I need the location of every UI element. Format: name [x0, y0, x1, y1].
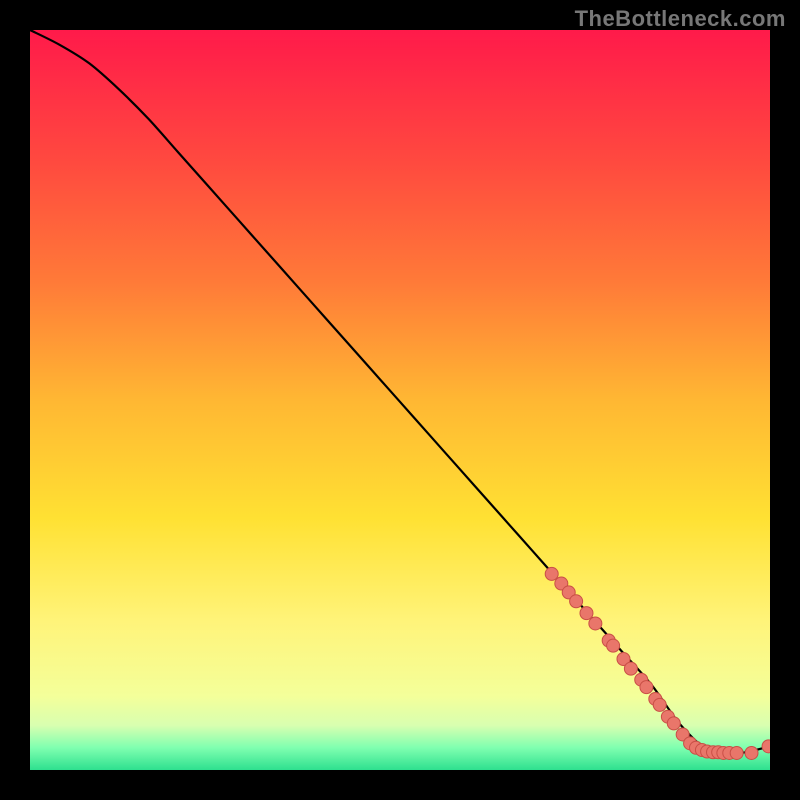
data-marker [607, 639, 620, 652]
data-marker [640, 681, 653, 694]
data-marker [745, 746, 758, 759]
gradient-background [30, 30, 770, 770]
chart-stage: TheBottleneck.com [0, 0, 800, 800]
watermark-text: TheBottleneck.com [575, 6, 786, 32]
chart-svg [30, 30, 770, 770]
data-marker [653, 698, 666, 711]
data-marker [570, 595, 583, 608]
chart-plot [30, 30, 770, 770]
data-marker [667, 717, 680, 730]
data-marker [545, 567, 558, 580]
data-marker [589, 617, 602, 630]
data-marker [730, 746, 743, 759]
data-marker [762, 740, 770, 753]
data-marker [624, 662, 637, 675]
data-marker [580, 607, 593, 620]
